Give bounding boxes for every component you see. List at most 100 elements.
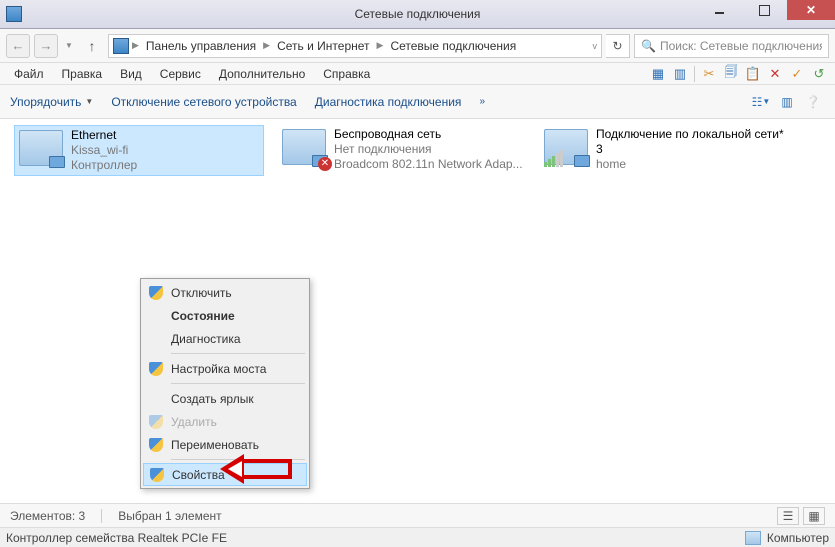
connection-sub2: Контроллер <box>71 158 137 173</box>
ctx-status[interactable]: Состояние <box>143 304 307 327</box>
separator <box>694 66 695 82</box>
network-adapter-icon <box>542 127 590 167</box>
device-name: Контроллер семейства Realtek PCIe FE <box>6 531 227 545</box>
up-button[interactable]: ↑ <box>80 34 104 58</box>
copy-icon[interactable]: 🗐 <box>721 65 741 83</box>
view-toggles: ☰ ▦ <box>777 507 825 525</box>
chevron-right-icon: ▶ <box>131 40 140 51</box>
preview-pane-icon[interactable]: ▥ <box>775 91 799 113</box>
shield-icon <box>149 362 163 376</box>
status-selected: Выбран 1 элемент <box>118 509 221 523</box>
breadcrumb-seg-2[interactable]: Сеть и Интернет <box>273 39 373 53</box>
connection-text: Подключение по локальной сети* 3 home <box>596 127 788 172</box>
breadcrumb-seg-1[interactable]: Панель управления <box>142 39 260 53</box>
layout-icon[interactable]: ▦ <box>648 65 668 83</box>
titlebar: Сетевые подключения <box>0 0 835 29</box>
location-icon <box>113 38 129 54</box>
close-button[interactable] <box>787 0 835 20</box>
connection-sub2: home <box>596 157 788 172</box>
shield-icon <box>150 468 164 482</box>
connection-name: Ethernet <box>71 128 137 143</box>
computer-icon <box>745 531 761 545</box>
network-adapter-icon: ✕ <box>280 127 328 167</box>
breadcrumb-seg-3[interactable]: Сетевые подключения <box>386 39 520 53</box>
icons-view-icon[interactable]: ▦ <box>803 507 825 525</box>
ctx-diagnose[interactable]: Диагностика <box>143 327 307 350</box>
paste-icon[interactable]: 📋 <box>743 65 763 83</box>
annotation-arrow <box>242 459 292 479</box>
connection-text: Ethernet Kissa_wi-fi Контроллер <box>71 128 137 173</box>
signal-bars-icon <box>544 150 563 167</box>
refresh-button[interactable]: ↻ <box>606 34 630 58</box>
connection-sub1: Нет подключения <box>334 142 523 157</box>
network-adapter-icon <box>17 128 65 168</box>
connection-sub2: Broadcom 802.11n Network Adap... <box>334 157 523 172</box>
search-input[interactable]: 🔍 Поиск: Сетевые подключения <box>634 34 829 58</box>
connection-local[interactable]: Подключение по локальной сети* 3 home <box>540 125 790 174</box>
minimize-button[interactable] <box>697 0 742 20</box>
connection-name: Беспроводная сеть <box>334 127 523 142</box>
separator <box>171 383 305 384</box>
help-icon[interactable]: ❔ <box>801 91 825 113</box>
menu-service[interactable]: Сервис <box>152 65 209 83</box>
separator <box>101 509 102 523</box>
shield-icon <box>149 438 163 452</box>
undo-icon[interactable]: ✓ <box>787 65 807 83</box>
forward-button[interactable]: → <box>34 34 58 58</box>
menubar-tools: ▦ ▥ ✂ 🗐 📋 ✕ ✓ ↺ <box>648 65 829 83</box>
cmd-overflow[interactable]: » <box>479 96 485 107</box>
separator <box>171 353 305 354</box>
shield-icon <box>149 415 163 429</box>
breadcrumb-dropdown-icon[interactable]: v <box>593 41 598 51</box>
menu-help[interactable]: Справка <box>315 65 378 83</box>
command-bar: Упорядочить ▼ Отключение сетевого устрой… <box>0 85 835 119</box>
menu-view[interactable]: Вид <box>112 65 150 83</box>
menu-edit[interactable]: Правка <box>54 65 111 83</box>
history-dropdown[interactable]: ▼ <box>62 41 76 50</box>
cut-icon[interactable]: ✂ <box>699 65 719 83</box>
details-right: Компьютер <box>745 531 829 545</box>
connection-ethernet[interactable]: Ethernet Kissa_wi-fi Контроллер <box>14 125 264 176</box>
cmd-right-tools: ☷ ▼ ▥ ❔ <box>749 91 825 113</box>
details-view-icon[interactable]: ☰ <box>777 507 799 525</box>
menu-file[interactable]: Файл <box>6 65 52 83</box>
chevron-down-icon: ▼ <box>85 97 93 106</box>
cmd-organize-label: Упорядочить <box>10 95 81 109</box>
search-placeholder: Поиск: Сетевые подключения <box>660 39 822 53</box>
view-mode-icon[interactable]: ☷ ▼ <box>749 91 773 113</box>
shield-icon <box>149 286 163 300</box>
ctx-bridge[interactable]: Настройка моста <box>143 357 307 380</box>
preview-icon[interactable]: ▥ <box>670 65 690 83</box>
ctx-disable[interactable]: Отключить <box>143 281 307 304</box>
ctx-delete: Удалить <box>143 410 307 433</box>
maximize-button[interactable] <box>742 0 787 20</box>
details-bar: Контроллер семейства Realtek PCIe FE Ком… <box>0 527 835 547</box>
connection-text: Беспроводная сеть Нет подключения Broadc… <box>334 127 523 172</box>
ctx-rename[interactable]: Переименовать <box>143 433 307 456</box>
app-icon <box>6 6 22 22</box>
menu-extra[interactable]: Дополнительно <box>211 65 313 83</box>
navigation-bar: ← → ▼ ↑ ▶ Панель управления ▶ Сеть и Инт… <box>0 29 835 63</box>
computer-label: Компьютер <box>767 531 829 545</box>
window-controls <box>697 0 835 20</box>
delete-icon[interactable]: ✕ <box>765 65 785 83</box>
cmd-diagnose[interactable]: Диагностика подключения <box>315 95 462 109</box>
connection-sub1: Kissa_wi-fi <box>71 143 137 158</box>
window-title: Сетевые подключения <box>355 7 481 21</box>
menubar: Файл Правка Вид Сервис Дополнительно Спр… <box>0 63 835 85</box>
chevron-right-icon: ▶ <box>262 40 271 51</box>
status-bar: Элементов: 3 Выбран 1 элемент ☰ ▦ <box>0 503 835 527</box>
back-button[interactable]: ← <box>6 34 30 58</box>
connection-name: Подключение по локальной сети* 3 <box>596 127 788 157</box>
content-area: Ethernet Kissa_wi-fi Контроллер ✕ Беспро… <box>0 119 835 523</box>
cmd-organize[interactable]: Упорядочить ▼ <box>10 95 93 109</box>
status-count: Элементов: 3 <box>10 509 85 523</box>
cmd-disable-device[interactable]: Отключение сетевого устройства <box>111 95 296 109</box>
error-badge-icon: ✕ <box>318 157 332 171</box>
search-icon: 🔍 <box>641 39 656 53</box>
breadcrumb[interactable]: ▶ Панель управления ▶ Сеть и Интернет ▶ … <box>108 34 602 58</box>
ctx-shortcut[interactable]: Создать ярлык <box>143 387 307 410</box>
connection-wireless[interactable]: ✕ Беспроводная сеть Нет подключения Broa… <box>278 125 528 174</box>
redo-icon[interactable]: ↺ <box>809 65 829 83</box>
chevron-right-icon: ▶ <box>376 40 385 51</box>
